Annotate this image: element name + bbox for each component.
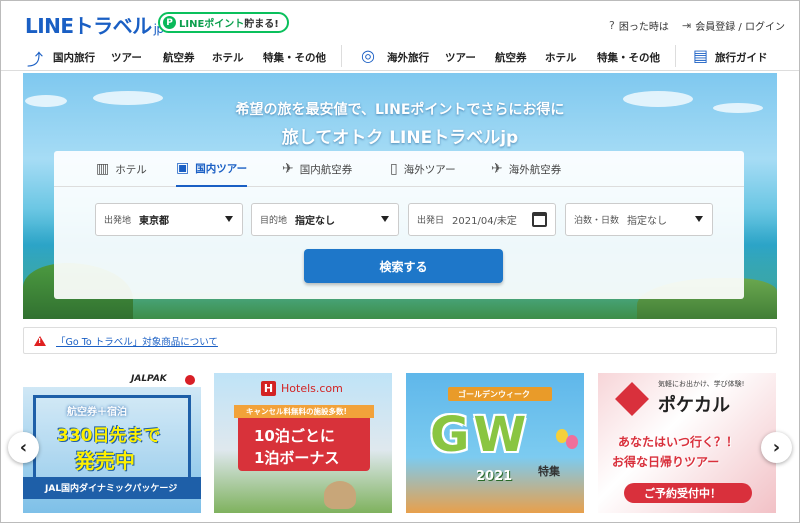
jal-crane-icon xyxy=(185,375,195,385)
date-label: 出発日 xyxy=(417,216,445,226)
globe-icon: ◎ xyxy=(361,46,375,65)
destination-label: 目的地 xyxy=(260,216,288,226)
hotels-logo-icon: H xyxy=(261,381,276,396)
calendar-icon[interactable] xyxy=(532,212,547,227)
nights-value: 指定なし xyxy=(627,216,668,227)
gw-line1: ゴールデンウィーク xyxy=(458,390,530,399)
point-badge-dark-text: 貯まる! xyxy=(244,19,279,30)
airplane-icon: ✈ xyxy=(282,161,294,177)
caret-down-icon xyxy=(695,216,703,222)
banner-pokekaru[interactable]: 気軽にお出かけ、学び体験! ポケカル あなたはいつ行く？！ お得な日帰りツアー … xyxy=(598,373,776,513)
destination-value: 指定なし xyxy=(295,216,336,227)
gw-line3: 2021 xyxy=(476,469,513,484)
nav-divider xyxy=(341,45,342,67)
nav-guide[interactable]: 旅行ガイド xyxy=(715,50,768,65)
hero-title: 旅してオトク LINEトラベルjp xyxy=(281,128,519,148)
tab-domestic-air[interactable]: ✈ 国内航空券 xyxy=(282,151,352,187)
nav-overseas-special[interactable]: 特集・その他 xyxy=(597,50,660,65)
pokekaru-line4: お得な日帰りツアー xyxy=(612,455,720,469)
login-icon: ⇥ xyxy=(682,19,692,32)
jalpak-line4: JAL国内ダイナミックパッケージ xyxy=(45,484,178,494)
logo-main: LINEトラベル xyxy=(25,14,152,38)
pokekaru-line3: あなたはいつ行く？！ xyxy=(618,435,739,449)
banner-top-strip xyxy=(23,373,201,387)
search-panel: ▥ ホテル ▣ 国内ツアー ✈ 国内航空券 ▯ 海外ツアー ✈ 海外航空券 出発… xyxy=(54,151,744,299)
tab-hotel[interactable]: ▥ ホテル xyxy=(96,151,147,187)
tab-label: 海外ツアー xyxy=(403,163,456,176)
banner-jalpak[interactable]: JALPAK 航空券＋宿泊 330日先まで 発売中 JAL国内ダイナミックパッケ… xyxy=(23,373,201,513)
jalpak-line1: 航空券＋宿泊 xyxy=(67,407,127,418)
caret-down-icon xyxy=(381,216,389,222)
building-icon: ▥ xyxy=(96,161,110,177)
dog-image xyxy=(324,481,356,509)
nav-divider xyxy=(675,45,676,67)
tab-label: ホテル xyxy=(115,163,147,176)
destination-select[interactable]: 目的地 指定なし xyxy=(251,203,399,236)
jalpak-line2: 330日先まで xyxy=(57,426,161,446)
nav-overseas-hotel[interactable]: ホテル xyxy=(545,50,577,65)
banner-gw-2021[interactable]: ゴールデンウィーク GW 2021 特集 xyxy=(406,373,584,513)
nav-domestic-tour[interactable]: ツアー xyxy=(111,50,142,65)
hotels-line2: 10泊ごとに xyxy=(254,427,335,445)
banner-hotels-com[interactable]: H Hotels.com キャンセル料無料の施設多数! 10泊ごとに 1泊ボーナ… xyxy=(214,373,392,513)
pokekaru-line2: ポケカル xyxy=(658,395,730,416)
pokekaru-line1: 気軽にお出かけ、学び体験! xyxy=(658,380,745,388)
search-button[interactable]: 検索する xyxy=(304,249,503,283)
nights-select[interactable]: 泊数・日数 指定なし xyxy=(565,203,713,236)
nav-domestic-special[interactable]: 特集・その他 xyxy=(263,50,326,65)
hotels-brand: Hotels.com xyxy=(281,382,343,395)
help-link[interactable]: ? 困った時は xyxy=(609,18,669,33)
suitcase-icon: ▣ xyxy=(176,160,190,176)
hero-tagline: 希望の旅を最安値で、LINEポイントでさらにお得に xyxy=(235,102,565,118)
departure-date-field[interactable]: 出発日 2021/04/未定 xyxy=(408,203,556,236)
nav-domestic[interactable]: 国内旅行 xyxy=(53,50,95,65)
goto-notice: ! 「Go To トラベル」対象商品について xyxy=(23,327,777,354)
nav-overseas[interactable]: 海外旅行 xyxy=(387,50,429,65)
hotels-line3: 1泊ボーナス xyxy=(254,449,340,467)
tab-label: 海外航空券 xyxy=(508,163,562,176)
tab-label: 国内航空券 xyxy=(299,163,353,176)
jalpak-line3: 発売中 xyxy=(75,449,135,473)
domestic-travel-icon: ⤴ xyxy=(27,50,44,69)
carousel-prev-button[interactable]: ‹ xyxy=(8,432,39,463)
account-label: 会員登録 / ログイン xyxy=(695,22,785,33)
date-value: 2021/04/未定 xyxy=(452,216,517,227)
tab-label: 国内ツアー xyxy=(195,162,248,175)
help-label: 困った時は xyxy=(618,22,669,33)
caret-down-icon xyxy=(225,216,233,222)
departure-value: 東京都 xyxy=(139,216,170,227)
top-bar: LINEトラベル jp P LINEポイント 貯まる! ? 困った時は ⇥ 会員登録… xyxy=(1,1,799,41)
goto-notice-link[interactable]: 「Go To トラベル」対象商品について xyxy=(56,334,218,348)
account-link[interactable]: ⇥ 会員登録 / ログイン xyxy=(682,18,785,33)
globe-plane-icon: ✈ xyxy=(491,161,503,177)
site-logo[interactable]: LINEトラベル jp xyxy=(25,10,164,39)
question-icon: ? xyxy=(609,19,615,32)
guidebook-icon: ▤ xyxy=(693,46,709,65)
balloon xyxy=(566,435,578,449)
jalpak-brand: JALPAK xyxy=(131,374,167,384)
nav-overseas-air[interactable]: 航空券 xyxy=(495,50,527,65)
nav-domestic-air[interactable]: 航空券 xyxy=(163,50,195,65)
pokekaru-line5: ご予約受付中！ xyxy=(644,487,721,500)
carousel-next-button[interactable]: › xyxy=(761,432,792,463)
warning-icon: ! xyxy=(34,335,46,346)
point-icon: P xyxy=(163,16,176,29)
departure-select[interactable]: 出発地 東京都 xyxy=(95,203,243,236)
page: LINEトラベル jp P LINEポイント 貯まる! ? 困った時は ⇥ 会員登録… xyxy=(0,0,800,523)
gw-line4: 特集 xyxy=(538,465,560,478)
departure-label: 出発地 xyxy=(104,216,132,226)
hotels-line1: キャンセル料無料の施設多数! xyxy=(246,407,347,416)
search-tabs: ▥ ホテル ▣ 国内ツアー ✈ 国内航空券 ▯ 海外ツアー ✈ 海外航空券 xyxy=(54,151,744,187)
nav-overseas-tour[interactable]: ツアー xyxy=(445,50,476,65)
nights-label: 泊数・日数 xyxy=(574,216,620,226)
gw-line2: GW xyxy=(430,407,531,463)
tab-overseas-tour[interactable]: ▯ 海外ツアー xyxy=(390,151,456,187)
tab-overseas-air[interactable]: ✈ 海外航空券 xyxy=(491,151,561,187)
main-nav: ⤴ 国内旅行 ツアー 航空券 ホテル 特集・その他 ◎ 海外旅行 ツアー 航空券… xyxy=(1,43,799,71)
point-badge-green-text: LINEポイント xyxy=(179,19,245,30)
tab-domestic-tour[interactable]: ▣ 国内ツアー xyxy=(176,151,248,187)
line-point-badge[interactable]: P LINEポイント 貯まる! xyxy=(158,12,289,33)
passport-icon: ▯ xyxy=(390,161,398,177)
nav-domestic-hotel[interactable]: ホテル xyxy=(212,50,244,65)
